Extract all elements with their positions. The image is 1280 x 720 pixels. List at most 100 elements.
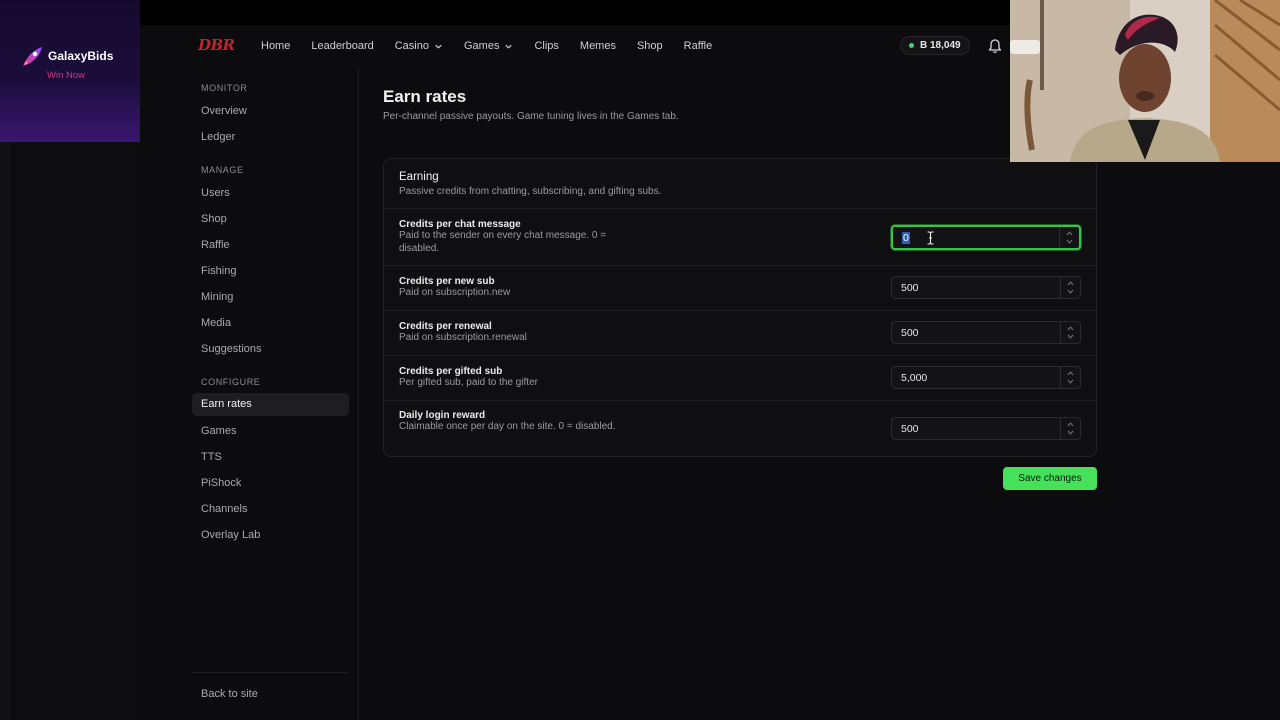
sidebar-item-shop[interactable]: Shop [201,213,227,225]
bell-icon[interactable] [988,38,1002,54]
webcam-video-overlay [1010,0,1280,162]
nav-link-raffle[interactable]: Raffle [684,40,713,52]
rocket-logo-icon [23,47,42,66]
sponsor-ad-banner[interactable]: GalaxyBids Win Now [0,0,140,142]
stepper-up-icon[interactable] [1067,326,1074,331]
status-dot-icon [909,43,914,48]
input-value: 500 [901,327,919,339]
nav-link-home[interactable]: Home [261,40,290,52]
sidebar-item-overlay-lab[interactable]: Overlay Lab [201,529,260,541]
setting-label: Daily login reward [399,410,486,421]
sidebar-item-earn-rates[interactable]: Earn rates [192,393,349,416]
sidebar-heading-manage: MANAGE [201,165,244,175]
card-header: Earning Passive credits from chatting, s… [399,171,661,197]
nav-link-casino[interactable]: Casino [395,40,443,52]
input-value: 0 [902,232,910,244]
page-gutter [0,142,10,720]
nav-link-label: Shop [636,40,663,52]
daily-login-reward-input[interactable]: 500 [891,417,1081,440]
nav-link-memes[interactable]: Memes [580,40,616,52]
setting-row-new-sub: Credits per new sub Paid on subscription… [384,265,1096,310]
nav-link-leaderboard[interactable]: Leaderboard [311,40,373,52]
number-stepper[interactable] [1059,227,1079,248]
input-value: 500 [901,423,919,435]
setting-row-chat-message: Credits per chat message Paid to the sen… [384,208,1096,265]
sidebar-item-games[interactable]: Games [201,425,236,437]
number-stepper[interactable] [1060,367,1080,388]
setting-description: Claimable once per day on the site. 0 = … [399,421,616,432]
stepper-down-icon[interactable] [1066,239,1073,244]
credit-balance-value: B 18,049 [920,40,961,51]
number-stepper[interactable] [1060,322,1080,343]
sidebar-item-label: Earn rates [201,398,252,410]
back-to-site-link[interactable]: Back to site [201,688,258,700]
nav-link-label: Home [261,40,291,52]
setting-description: Per gifted sub, paid to the gifter [399,377,538,388]
nav-link-games[interactable]: Games [464,40,513,52]
sidebar-item-suggestions[interactable]: Suggestions [201,343,262,355]
number-stepper[interactable] [1060,418,1080,439]
setting-label: Credits per renewal [399,321,492,332]
nav-link-label: Games [463,40,500,52]
page-subtitle: Per-channel passive payouts. Game tuning… [383,111,679,122]
sidebar-item-channels[interactable]: Channels [201,503,247,515]
setting-description: Paid on subscription.renewal [399,332,527,343]
setting-row-daily-login: Daily login reward Claimable once per da… [384,400,1096,456]
nav-link-clips[interactable]: Clips [534,40,558,52]
sidebar-item-overview[interactable]: Overview [201,105,247,117]
setting-label: Credits per gifted sub [399,366,503,377]
setting-label: Credits per chat message [399,219,521,230]
nav-link-label: Raffle [683,40,713,52]
stepper-up-icon[interactable] [1067,422,1074,427]
input-value: 5,000 [901,372,928,384]
new-sub-credits-input[interactable]: 500 [891,276,1081,299]
text-cursor-icon [927,231,934,245]
stepper-up-icon[interactable] [1067,281,1074,286]
nav-link-label: Clips [534,40,559,52]
stepper-up-icon[interactable] [1067,371,1074,376]
sidebar-item-media[interactable]: Media [201,317,231,329]
setting-description: Paid to the sender on every chat message… [399,230,607,254]
earning-settings-card: Earning Passive credits from chatting, s… [383,158,1097,457]
sidebar-heading-configure: CONFIGURE [201,377,261,387]
stepper-down-icon[interactable] [1067,379,1074,384]
sidebar-item-mining[interactable]: Mining [201,291,233,303]
stepper-up-icon[interactable] [1066,231,1073,236]
ad-cta-text: Win Now [47,70,86,81]
page-title: Earn rates [383,87,467,106]
sidebar-item-raffle[interactable]: Raffle [201,239,230,251]
sidebar-item-fishing[interactable]: Fishing [201,265,236,277]
card-description: Passive credits from chatting, subscribi… [399,186,662,197]
setting-description: Paid on subscription.new [399,287,511,298]
setting-row-gifted-sub: Credits per gifted sub Per gifted sub, p… [384,355,1096,400]
sidebar-heading-monitor: MONITOR [201,83,248,93]
save-changes-button[interactable]: Save changes [1003,467,1097,490]
sidebar-divider [192,672,349,673]
chevron-down-icon [505,44,513,49]
site-logo[interactable]: DBR [198,36,235,54]
stepper-down-icon[interactable] [1067,289,1074,294]
input-value: 500 [901,282,919,294]
number-stepper[interactable] [1060,277,1080,298]
nav-links: Home Leaderboard Casino Games Clips Meme… [261,25,733,67]
sidebar-item-pishock[interactable]: PiShock [201,477,241,489]
chevron-down-icon [435,44,442,49]
setting-row-renewal: Credits per renewal Paid on subscription… [384,310,1096,355]
sidebar-item-users[interactable]: Users [201,187,230,199]
ad-brand-name: GalaxyBids [48,49,114,63]
stepper-down-icon[interactable] [1067,334,1074,339]
nav-link-label: Casino [394,40,429,52]
nav-link-shop[interactable]: Shop [637,40,663,52]
gifted-sub-credits-input[interactable]: 5,000 [891,366,1081,389]
nav-link-label: Memes [579,40,616,52]
card-title: Earning [399,171,439,183]
stepper-down-icon[interactable] [1067,430,1074,435]
renewal-credits-input[interactable]: 500 [891,321,1081,344]
sidebar-item-ledger[interactable]: Ledger [201,131,235,143]
credit-balance-badge[interactable]: B 18,049 [900,36,970,55]
chat-message-credits-input[interactable]: 0 [891,225,1081,250]
sidebar-item-tts[interactable]: TTS [201,451,222,463]
admin-sidebar: MONITOR Overview Ledger MANAGE Users Sho… [140,67,359,720]
setting-label: Credits per new sub [399,276,495,287]
nav-link-label: Leaderboard [311,40,374,52]
